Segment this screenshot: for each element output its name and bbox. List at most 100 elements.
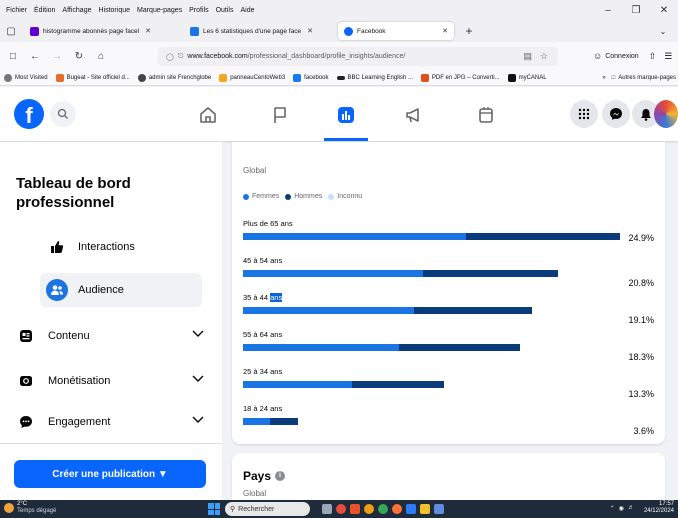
menu-edition[interactable]: Édition [34, 7, 55, 14]
tab-statistiques[interactable]: Les 6 statistiques d'une page face ✕ [184, 22, 336, 40]
tab-facebook[interactable]: Facebook ✕ [338, 22, 454, 40]
info-icon[interactable]: i [275, 471, 286, 481]
home-icon [200, 107, 216, 123]
weather-widget[interactable]: 2°C Temps dégagé [4, 501, 56, 515]
app-icon-blue[interactable] [406, 504, 416, 514]
sidebar-item-label: Engagement [48, 416, 111, 428]
bookmark-other[interactable]: » □ Autres marque-pages [602, 75, 676, 81]
reload-icon[interactable]: ↻ [70, 51, 88, 62]
sidebar-item-audience[interactable]: Audience [40, 273, 202, 307]
menu-outils[interactable]: Outils [216, 7, 234, 14]
nav-gaming[interactable] [464, 99, 508, 131]
chrome-icon[interactable] [378, 504, 388, 514]
sidebar-item-label: Interactions [78, 241, 135, 253]
chevron-up-icon[interactable]: ⌃ [610, 505, 615, 512]
facebook-logo-icon[interactable]: f [14, 99, 44, 129]
age-percentage: 24.9% [628, 233, 654, 243]
nav-home[interactable] [186, 99, 230, 131]
app-icon-red[interactable] [336, 504, 346, 514]
site-icon [420, 73, 429, 82]
bookmark-panneau[interactable]: panneauCentoWeb3 [219, 73, 285, 82]
menu-bar: Fichier Édition Affichage Historique Mar… [0, 0, 678, 20]
bar-segment-femmes [243, 381, 352, 388]
grid-icon [578, 108, 590, 120]
menu-affichage[interactable]: Affichage [62, 7, 91, 14]
forward-icon[interactable]: → [48, 51, 66, 62]
app-menu-icon[interactable]: ☰ [664, 51, 672, 62]
sidebar-item-label: Monétisation [48, 375, 111, 387]
tab-list-icon[interactable]: ▢ [2, 26, 20, 37]
taskbar-search[interactable]: ⚲ Rechercher [225, 502, 310, 516]
volume-icon[interactable]: ♬ [628, 505, 634, 511]
url-bar[interactable]: ◯ ⎋ www.facebook.com/professional_dashbo… [158, 47, 558, 66]
url-domain: www.facebook.com [187, 53, 248, 60]
bookmark-star-icon[interactable]: ☆ [540, 51, 548, 62]
close-tab-icon[interactable]: ✕ [307, 27, 313, 35]
legend-inconnu[interactable]: Inconnu [328, 193, 362, 200]
legend-femmes[interactable]: Femmes [243, 193, 279, 200]
app-icon-orange[interactable] [350, 504, 360, 514]
time: 17:57 [658, 501, 674, 507]
network-icon[interactable]: ◉ [619, 505, 624, 512]
messenger-icon [610, 108, 622, 120]
close-window-icon[interactable]: ✕ [650, 0, 678, 20]
minimize-icon[interactable]: – [594, 0, 622, 20]
sidebar-item-contenu[interactable]: Contenu [16, 321, 208, 351]
sidebar-item-engagement[interactable]: Engagement [16, 407, 208, 437]
create-post-button[interactable]: Créer une publication ▼ [14, 460, 206, 488]
clock[interactable]: 17:57 24/12/2024 [644, 501, 674, 515]
back-icon[interactable]: ← [26, 51, 44, 62]
bookmark-pdf-jpg[interactable]: PDF en JPG – Converti... [420, 73, 500, 82]
tab-histogramme[interactable]: histogramme abonnés page facel ✕ [24, 22, 182, 40]
pays-global-label: Global [243, 489, 267, 498]
share-icon[interactable]: ⇧ [649, 51, 657, 62]
restore-icon[interactable]: ❐ [622, 0, 650, 20]
sidebar-item-interactions[interactable]: Interactions [40, 230, 202, 264]
sidebar-item-monetisation[interactable]: Monétisation [16, 366, 208, 396]
reader-view-icon[interactable]: ▤ [523, 51, 532, 62]
menu-marque-pages[interactable]: Marque-pages [137, 7, 182, 14]
bookmark-bugeat[interactable]: Bugeat - Site officiel d... [55, 73, 130, 82]
sidebar-toggle-icon[interactable]: □ [4, 51, 22, 62]
messenger-button[interactable] [602, 100, 630, 128]
nav-insights[interactable] [324, 99, 368, 141]
menu-fichier[interactable]: Fichier [6, 7, 27, 14]
bookmark-bbc[interactable]: BBC Learning English ... [336, 75, 413, 81]
bookmark-admin-frenchglobe[interactable]: admin site Frenchglobe [137, 73, 211, 82]
menu-aide[interactable]: Aide [241, 7, 255, 14]
age-category-label: 18 à 24 ans [243, 404, 283, 413]
legend-hommes[interactable]: Hommes [285, 193, 322, 200]
app-icon-shield[interactable] [434, 504, 444, 514]
tab-overflow-icon[interactable]: ⌄ [654, 27, 672, 36]
home-icon[interactable]: ⌂ [92, 51, 110, 62]
new-tab-icon[interactable]: + [460, 24, 478, 38]
firefox-icon[interactable] [392, 504, 402, 514]
menu-grid-button[interactable] [570, 100, 598, 128]
explorer-icon[interactable] [420, 504, 430, 514]
task-view-icon[interactable] [322, 504, 332, 514]
search-button[interactable] [50, 101, 76, 127]
bookmark-mycanal[interactable]: myCANAL [507, 73, 547, 82]
menu-profils[interactable]: Profils [189, 7, 208, 14]
bar-segment-femmes [243, 233, 466, 240]
bookmark-most-visited[interactable]: Most Visited [4, 73, 48, 82]
avatar[interactable] [654, 100, 678, 128]
menu-historique[interactable]: Historique [98, 7, 130, 14]
account-icon: ☺ [593, 51, 603, 61]
nav-ads[interactable] [392, 99, 436, 131]
close-tab-icon[interactable]: ✕ [442, 27, 448, 35]
age-category-label: Plus de 65 ans [243, 219, 293, 228]
age-category-label: 45 à 54 ans [243, 256, 283, 265]
bar-segment-femmes [243, 270, 424, 277]
app-icon-amber[interactable] [364, 504, 374, 514]
site-icon [55, 73, 64, 82]
nav-pages[interactable] [258, 99, 302, 131]
legend-swatch [285, 193, 292, 200]
close-tab-icon[interactable]: ✕ [145, 27, 151, 35]
windows-start-icon[interactable] [208, 503, 220, 515]
account-button[interactable]: ☺ Connexion ⇧ ☰ [593, 48, 672, 64]
bookmark-facebook[interactable]: facebook [293, 73, 329, 82]
age-category-label: 55 à 64 ans [243, 330, 283, 339]
age-category-label: 35 à 44 ans [243, 293, 283, 302]
search-icon [57, 108, 68, 119]
